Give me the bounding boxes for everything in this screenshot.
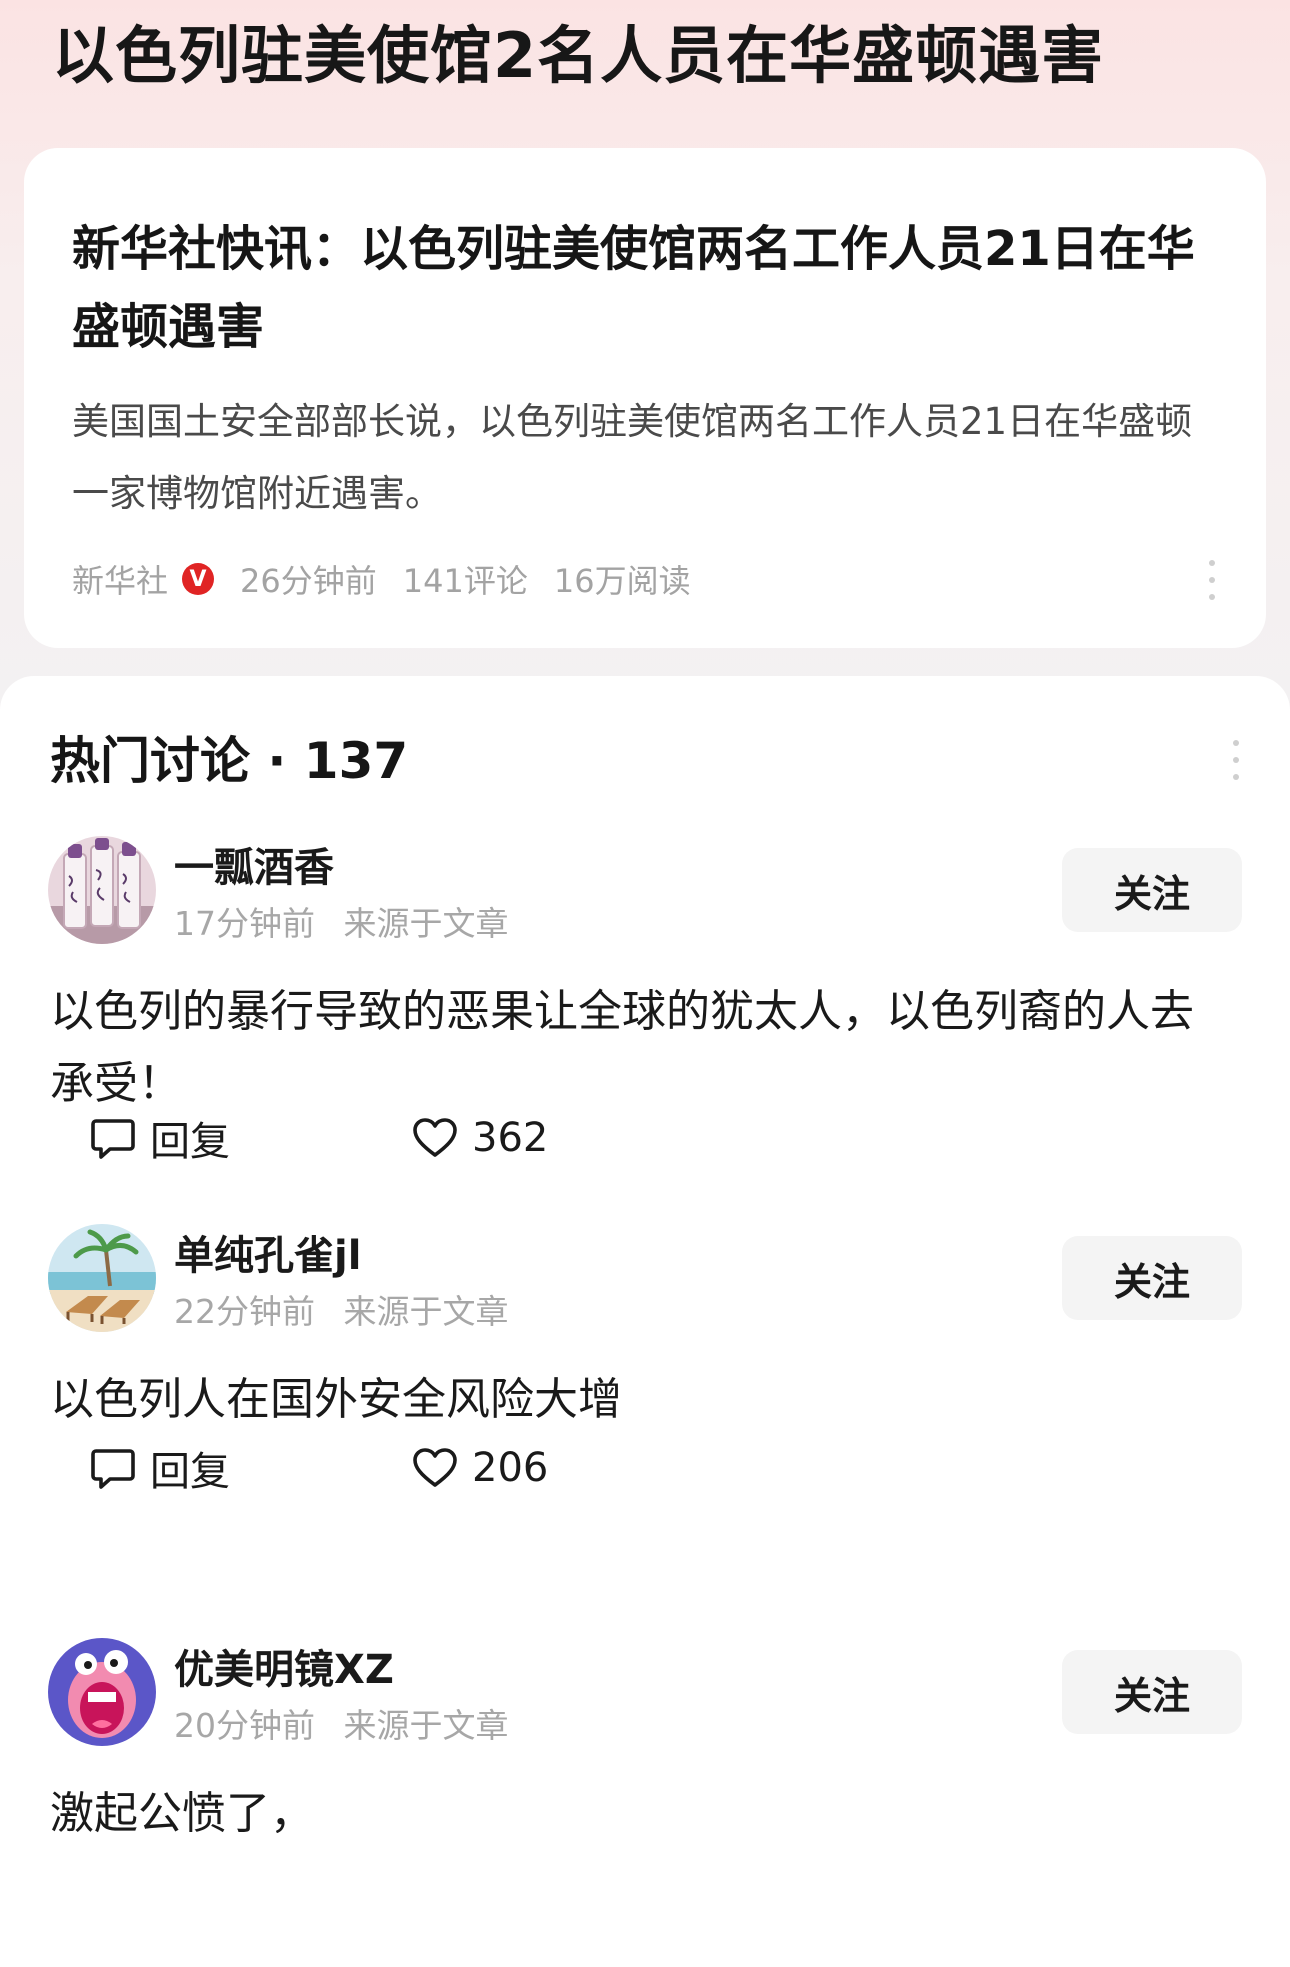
comment-source: 来源于文章 [343,1292,509,1331]
news-summary: 美国国土安全部部长说，以色列驻美使馆两名工作人员21日在华盛顿一家博物馆附近遇害… [72,400,1193,515]
follow-button[interactable]: 关注 [1062,1236,1242,1320]
reply-button[interactable]: 回复 [90,1438,230,1498]
comment-item: 一瓢酒香 17分钟前 来源于文章 关注 以色列的暴行导致的恶果让全球的犹太人，以… [0,836,1290,1186]
comment-item: 优美明镜XZ 20分钟前 来源于文章 关注 激起公愤了， [0,1638,1290,1938]
reply-label: 回复 [150,1449,230,1495]
hot-discussion-panel: 热门讨论 · 137 一瓢酒香 17分钟前 来源于文章 关注 以色列的暴行导致的… [0,676,1290,1967]
news-comment-count: 141评论 [402,562,528,600]
comment-item: 单纯孔雀jl 22分钟前 来源于文章 关注 以色列人在国外安全风险大增 回复 2… [0,1224,1290,1524]
like-button[interactable]: 362 [412,1108,548,1168]
comment-time: 17分钟前 [174,904,315,943]
comment-time: 22分钟前 [174,1292,315,1331]
comment-actions: 回复 206 [90,1438,690,1498]
comment-text: 激起公愤了， [50,1788,314,1839]
comment-bubble-icon [90,1446,136,1490]
comment-bubble-icon [90,1116,136,1160]
discussion-header: 热门讨论 · 137 [50,732,409,790]
like-count: 362 [472,1115,549,1161]
comment-meta: 17分钟前 来源于文章 [174,900,509,948]
news-meta: 新华社 V 26分钟前 141评论 16万阅读 [72,554,717,604]
beach-chairs-avatar[interactable] [48,1224,156,1332]
news-card[interactable]: 新华社快讯：以色列驻美使馆两名工作人员21日在华盛顿遇害 美国国土安全部部长说，… [24,148,1266,648]
follow-button[interactable]: 关注 [1062,848,1242,932]
comment-source: 来源于文章 [343,904,509,943]
comment-time: 20分钟前 [174,1706,315,1745]
screaming-cartoon-avatar[interactable] [48,1638,156,1746]
page-title: 以色列驻美使馆2名人员在华盛顿遇害 [52,19,1105,92]
news-source[interactable]: 新华社 [72,556,168,602]
comment-meta: 22分钟前 来源于文章 [174,1288,509,1336]
heart-icon [412,1447,458,1489]
comment-text: 以色列人在国外安全风险大增 [50,1374,622,1425]
comment-source: 来源于文章 [343,1706,509,1745]
follow-button[interactable]: 关注 [1062,1650,1242,1734]
comment-username[interactable]: 一瓢酒香 [174,840,334,896]
like-button[interactable]: 206 [412,1438,548,1498]
comment-username[interactable]: 优美明镜XZ [174,1642,394,1698]
comment-actions: 回复 362 [90,1108,690,1168]
news-headline[interactable]: 新华社快讯：以色列驻美使馆两名工作人员21日在华盛顿遇害 [72,210,1212,366]
verified-badge-icon: V [182,563,215,595]
news-more-options-icon[interactable] [1206,560,1218,600]
comment-text: 以色列的暴行导致的恶果让全球的犹太人，以色列裔的人去承受！ [50,986,1194,1109]
news-time: 26分钟前 [240,562,377,600]
calligraphy-scroll-avatar[interactable] [48,836,156,944]
comment-meta: 20分钟前 来源于文章 [174,1702,509,1750]
heart-icon [412,1117,458,1159]
like-count: 206 [472,1445,549,1491]
discussion-more-options-icon[interactable] [1230,740,1242,780]
reply-label: 回复 [150,1119,230,1165]
reply-button[interactable]: 回复 [90,1108,230,1168]
comment-username[interactable]: 单纯孔雀jl [174,1228,361,1284]
news-read-count: 16万阅读 [553,562,691,600]
